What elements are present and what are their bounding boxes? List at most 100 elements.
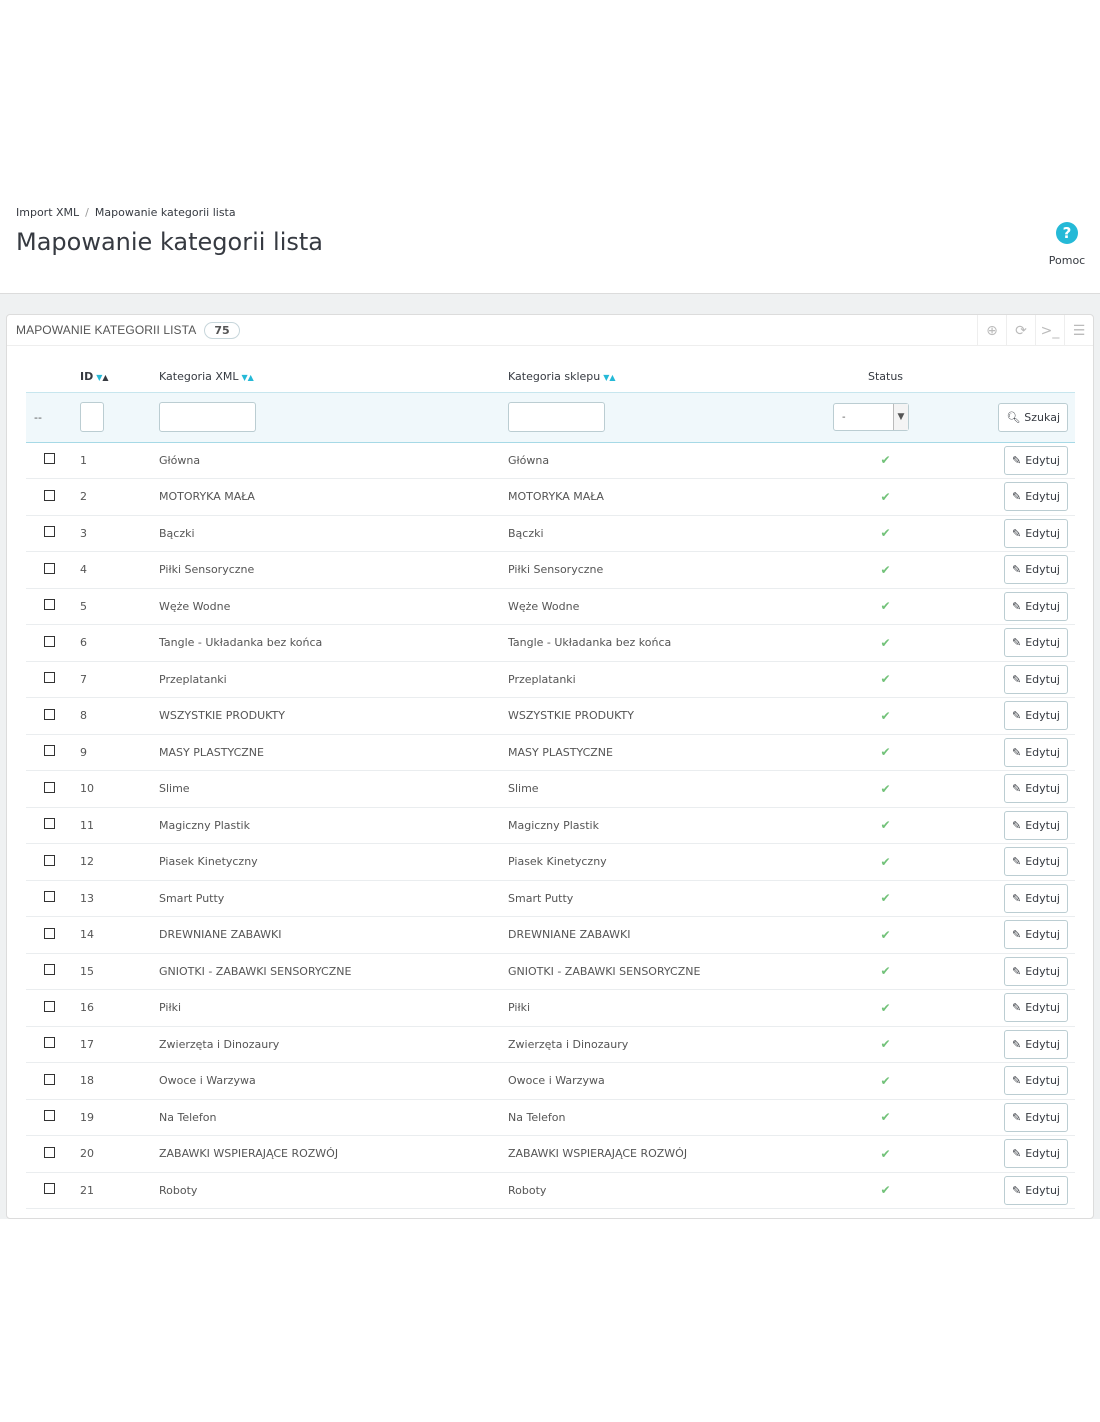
row-checkbox[interactable]: [44, 781, 55, 793]
edit-button[interactable]: ✎ Edytuj: [1003, 956, 1068, 986]
add-new-icon[interactable]: ⊕: [977, 315, 1006, 346]
filter-status-select[interactable]: - ▼: [833, 403, 909, 431]
table-row[interactable]: 12 Piasek Kinetyczny Piasek Kinetyczny ✔ ✎ Ed…: [26, 843, 1075, 881]
edit-button[interactable]: ✎ Edytuj: [1003, 883, 1068, 913]
row-checkbox[interactable]: [44, 818, 55, 830]
row-checkbox[interactable]: [44, 526, 55, 538]
table-row[interactable]: 3 Bączki Bączki ✔ ✎ Edytuj: [26, 515, 1075, 552]
table-row[interactable]: 19 Na Telefon Na Telefon ✔ ✎ Edytuj: [26, 1099, 1075, 1136]
table-row[interactable]: 6 Tangle - Układanka bez końca Tangle - Uk…: [26, 624, 1075, 662]
table-row[interactable]: 17 Zwierzęta i Dinozaury Zwierzęta i Dinoz…: [26, 1026, 1075, 1063]
row-checkbox[interactable]: [44, 489, 55, 501]
status-enabled-check-icon[interactable]: ✔: [880, 1001, 890, 1015]
status-enabled-check-icon[interactable]: ✔: [880, 490, 890, 504]
sql-query-icon[interactable]: >_: [1035, 315, 1064, 346]
status-enabled-check-icon[interactable]: ✔: [880, 855, 890, 869]
status-enabled-check-icon[interactable]: ✔: [880, 818, 890, 832]
sort-arrows-icon[interactable]: ▼▲: [603, 373, 615, 382]
status-enabled-check-icon[interactable]: ✔: [880, 964, 890, 978]
status-enabled-check-icon[interactable]: ✔: [880, 1074, 890, 1088]
edit-button[interactable]: ✎ Edytuj: [1003, 555, 1068, 585]
status-enabled-check-icon[interactable]: ✔: [880, 928, 890, 942]
edit-button[interactable]: ✎ Edytuj: [1003, 920, 1068, 950]
row-checkbox[interactable]: [44, 1183, 55, 1195]
table-row[interactable]: 10 Slime Slime ✔ ✎ Edytuj: [26, 770, 1075, 808]
row-checkbox[interactable]: [44, 964, 55, 976]
table-row[interactable]: 9 MASY PLASTYCZNE MASY PLASTYCZNE ✔ ✎ Edytuj: [26, 734, 1075, 771]
row-checkbox[interactable]: [44, 1037, 55, 1049]
filter-id-input[interactable]: [80, 402, 104, 432]
row-checkbox[interactable]: [44, 745, 55, 757]
table-row[interactable]: 21 Roboty Roboty ✔ ✎ Edytuj: [26, 1172, 1075, 1209]
help-button[interactable]: ? Pomoc: [1042, 222, 1092, 267]
row-checkbox[interactable]: [44, 672, 55, 684]
status-enabled-check-icon[interactable]: ✔: [880, 1183, 890, 1197]
column-header-shop-category[interactable]: Kategoria sklepu ▼▲: [508, 361, 833, 393]
status-enabled-check-icon[interactable]: ✔: [880, 782, 890, 796]
table-row[interactable]: 13 Smart Putty Smart Putty ✔ ✎ Edytuj: [26, 880, 1075, 917]
status-enabled-check-icon[interactable]: ✔: [880, 599, 890, 613]
sort-arrows-icon[interactable]: ▼▲: [96, 373, 108, 382]
table-row[interactable]: 20 ZABAWKI WSPIERAJĄCE ROZWÓJ ZABAWKI WSPI…: [26, 1135, 1075, 1173]
table-row[interactable]: 4 Piłki Sensoryczne Piłki Sensoryczne ✔ ✎ Edy…: [26, 551, 1075, 589]
table-row[interactable]: 2 MOTORYKA MAŁA MOTORYKA MAŁA ✔ ✎ Edytuj: [26, 478, 1075, 516]
row-checkbox[interactable]: [44, 1146, 55, 1158]
status-enabled-check-icon[interactable]: ✔: [880, 453, 890, 467]
row-checkbox[interactable]: [44, 854, 55, 866]
sort-arrows-icon[interactable]: ▼▲: [242, 373, 254, 382]
status-enabled-check-icon[interactable]: ✔: [880, 563, 890, 577]
row-checkbox[interactable]: [44, 927, 55, 939]
edit-button[interactable]: ✎ Edytuj: [1003, 628, 1068, 658]
database-icon[interactable]: ☰: [1064, 315, 1093, 346]
table-row[interactable]: 11 Magiczny Plastik Magiczny Plastik ✔ ✎ Edyt…: [26, 807, 1075, 844]
filter-xml-category-input[interactable]: [159, 402, 256, 432]
status-enabled-check-icon[interactable]: ✔: [880, 1037, 890, 1051]
edit-button[interactable]: ✎ Edytuj: [1003, 591, 1068, 621]
status-enabled-check-icon[interactable]: ✔: [880, 1110, 890, 1124]
edit-button[interactable]: ✎ Edytuj: [1003, 1066, 1068, 1096]
row-checkbox[interactable]: [44, 708, 55, 720]
row-checkbox[interactable]: [44, 891, 55, 903]
edit-button[interactable]: ✎ Edytuj: [1003, 847, 1068, 877]
edit-button[interactable]: ✎ Edytuj: [1003, 1102, 1068, 1132]
column-header-xml-category[interactable]: Kategoria XML ▼▲: [159, 361, 508, 393]
edit-button[interactable]: ✎ Edytuj: [1003, 737, 1068, 767]
row-checkbox[interactable]: [44, 1110, 55, 1122]
row-checkbox[interactable]: [44, 1000, 55, 1012]
edit-button[interactable]: ✎ Edytuj: [1003, 810, 1068, 840]
status-enabled-check-icon[interactable]: ✔: [880, 1147, 890, 1161]
row-checkbox[interactable]: [44, 599, 55, 611]
refresh-icon[interactable]: ⟳: [1006, 315, 1035, 346]
table-row[interactable]: 15 GNIOTKI - ZABAWKI SENSORYCZNE GNIOTKI -…: [26, 953, 1075, 990]
table-row[interactable]: 14 DREWNIANE ZABAWKI DREWNIANE ZABAWKI ✔ ✎ Ed…: [26, 916, 1075, 954]
status-enabled-check-icon[interactable]: ✔: [880, 672, 890, 686]
column-header-id[interactable]: ID ▼▲: [80, 361, 159, 393]
edit-button[interactable]: ✎ Edytuj: [1003, 1139, 1068, 1169]
row-checkbox[interactable]: [44, 562, 55, 574]
status-enabled-check-icon[interactable]: ✔: [880, 636, 890, 650]
table-row[interactable]: 18 Owoce i Warzywa Owoce i Warzywa ✔ ✎ Edytuj: [26, 1062, 1075, 1100]
edit-button[interactable]: ✎ Edytuj: [1003, 1029, 1068, 1059]
edit-button[interactable]: ✎ Edytuj: [1003, 664, 1068, 694]
search-button[interactable]: 🔍︎ Szukaj: [998, 402, 1068, 432]
table-row[interactable]: 8 WSZYSTKIE PRODUKTY WSZYSTKIE PRODUKTY ✔ ✎ E…: [26, 697, 1075, 735]
edit-button[interactable]: ✎ Edytuj: [1003, 993, 1068, 1023]
edit-button[interactable]: ✎ Edytuj: [1003, 1175, 1068, 1205]
table-row[interactable]: 5 Węże Wodne Węże Wodne ✔ ✎ Edytuj: [26, 588, 1075, 625]
edit-button[interactable]: ✎ Edytuj: [1003, 482, 1068, 512]
status-enabled-check-icon[interactable]: ✔: [880, 526, 890, 540]
status-enabled-check-icon[interactable]: ✔: [880, 745, 890, 759]
table-row[interactable]: 16 Piłki Piłki ✔ ✎ Edytuj: [26, 989, 1075, 1027]
edit-button[interactable]: ✎ Edytuj: [1003, 518, 1068, 548]
row-checkbox[interactable]: [44, 635, 55, 647]
table-row[interactable]: 1 Główna Główna ✔ ✎ Edytuj: [26, 442, 1075, 479]
row-checkbox[interactable]: [44, 1073, 55, 1085]
status-enabled-check-icon[interactable]: ✔: [880, 891, 890, 905]
edit-button[interactable]: ✎ Edytuj: [1003, 701, 1068, 731]
table-row[interactable]: 7 Przeplatanki Przeplatanki ✔ ✎ Edytuj: [26, 661, 1075, 698]
row-checkbox[interactable]: [44, 453, 55, 465]
edit-button[interactable]: ✎ Edytuj: [1003, 774, 1068, 804]
edit-button[interactable]: ✎ Edytuj: [1003, 445, 1068, 475]
status-enabled-check-icon[interactable]: ✔: [880, 709, 890, 723]
breadcrumb-parent-link[interactable]: Import XML: [16, 206, 79, 219]
